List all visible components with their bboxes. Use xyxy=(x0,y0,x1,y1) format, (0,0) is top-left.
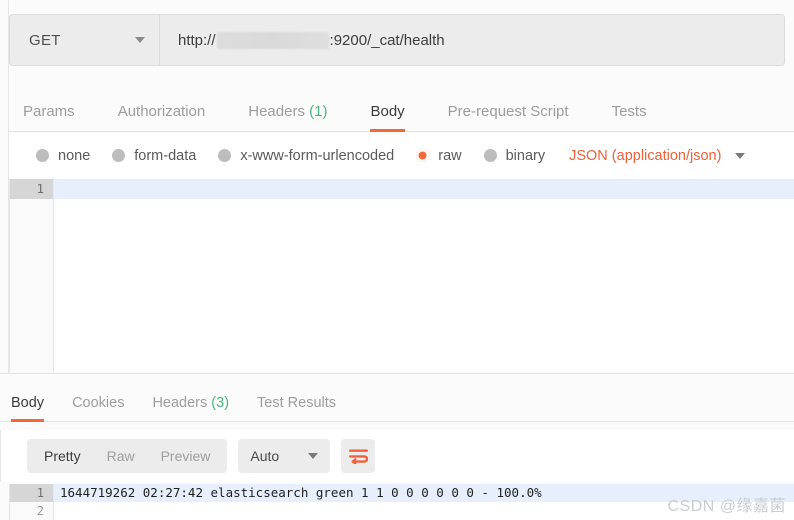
tab-body[interactable]: Body xyxy=(370,103,405,132)
body-type-urlencoded-label: x-www-form-urlencoded xyxy=(240,147,395,164)
response-tab-cookies-label: Cookies xyxy=(72,395,125,411)
request-body-editor[interactable]: 1 xyxy=(9,178,794,372)
editor-code-area[interactable] xyxy=(54,178,794,372)
body-type-form-data[interactable]: form-data xyxy=(112,148,196,164)
response-format-selector[interactable]: Auto xyxy=(238,439,331,473)
http-method-label: GET xyxy=(29,31,61,49)
response-tab-headers-count: (3) xyxy=(211,395,230,411)
radio-icon-none xyxy=(36,149,49,162)
radio-icon-urlencoded xyxy=(218,149,232,162)
response-line-number: 2 xyxy=(36,504,44,518)
response-body-viewer[interactable]: 1 2 1644719262 02:27:42 elasticsearch gr… xyxy=(9,484,794,520)
tab-params-label: Params xyxy=(23,103,75,120)
view-mode-preview[interactable]: Preview xyxy=(148,439,224,473)
request-url-row: GET http:// :9200/_cat/health xyxy=(9,14,785,66)
radio-icon-raw xyxy=(416,149,430,162)
response-tab-test-results-label: Test Results xyxy=(257,395,337,411)
response-tab-headers-label: Headers xyxy=(152,395,208,411)
body-type-radio-group: none form-data x-www-form-urlencoded raw… xyxy=(9,133,794,178)
radio-icon-binary xyxy=(483,149,497,162)
response-line-number: 1 xyxy=(10,484,53,502)
tab-authorization[interactable]: Authorization xyxy=(118,103,206,131)
tab-tests[interactable]: Tests xyxy=(612,103,647,131)
response-code-area[interactable]: 1644719262 02:27:42 elasticsearch green … xyxy=(54,484,794,520)
tab-pre-request-script[interactable]: Pre-request Script xyxy=(448,103,569,131)
response-toolbar: Pretty Raw Preview Auto xyxy=(0,430,794,482)
tab-body-label: Body xyxy=(370,103,405,120)
url-suffix: :9200/_cat/health xyxy=(329,31,445,49)
tab-headers-label: Headers xyxy=(248,103,305,120)
editor-line-number-gutter: 1 xyxy=(10,178,54,372)
body-type-raw[interactable]: raw xyxy=(416,147,462,164)
request-url-text: http:// :9200/_cat/health xyxy=(178,31,445,49)
response-line xyxy=(54,502,794,520)
body-type-none-label: none xyxy=(58,147,91,164)
response-tab-body[interactable]: Body xyxy=(11,395,45,422)
response-line: 1644719262 02:27:42 elasticsearch green … xyxy=(54,484,794,502)
tab-pre-request-script-label: Pre-request Script xyxy=(447,103,569,120)
url-prefix: http:// xyxy=(178,31,216,49)
body-type-form-data-label: form-data xyxy=(134,147,197,164)
tab-headers[interactable]: Headers (1) xyxy=(248,103,327,131)
chevron-down-icon xyxy=(135,37,145,43)
body-type-none[interactable]: none xyxy=(36,148,90,164)
response-tab-test-results[interactable]: Test Results xyxy=(257,395,336,421)
editor-line-number: 1 xyxy=(10,179,53,199)
tab-headers-count: (1) xyxy=(309,103,328,120)
request-tab-bar: Params Authorization Headers (1) Body Pr… xyxy=(9,86,794,132)
body-type-urlencoded[interactable]: x-www-form-urlencoded xyxy=(218,148,394,164)
response-line-number-gutter: 1 2 xyxy=(10,484,54,520)
radio-icon-form-data xyxy=(112,149,126,162)
body-type-raw-label: raw xyxy=(438,147,462,164)
tab-authorization-label: Authorization xyxy=(117,103,206,120)
response-format-label: Auto xyxy=(250,448,280,464)
response-tab-headers[interactable]: Headers (3) xyxy=(152,395,229,421)
response-tab-body-label: Body xyxy=(11,395,45,411)
view-mode-raw[interactable]: Raw xyxy=(94,439,148,473)
content-type-label: JSON (application/json) xyxy=(569,147,722,164)
chevron-down-icon xyxy=(308,453,319,459)
http-method-selector[interactable]: GET xyxy=(10,15,160,65)
url-redacted-host xyxy=(216,31,329,49)
editor-line[interactable] xyxy=(54,179,794,199)
response-tab-cookies[interactable]: Cookies xyxy=(72,395,124,421)
response-tab-bar: Body Cookies Headers (3) Test Results xyxy=(0,380,794,422)
response-view-mode-group: Pretty Raw Preview xyxy=(27,439,228,473)
view-mode-pretty[interactable]: Pretty xyxy=(31,439,94,473)
wrap-text-icon xyxy=(348,449,368,464)
content-type-selector[interactable]: JSON (application/json) xyxy=(569,147,746,164)
chevron-down-icon xyxy=(735,152,746,159)
tab-tests-label: Tests xyxy=(611,103,647,120)
request-url-input[interactable]: http:// :9200/_cat/health xyxy=(160,15,784,65)
tab-params[interactable]: Params xyxy=(23,103,75,131)
wrap-text-button[interactable] xyxy=(341,439,376,473)
body-type-binary[interactable]: binary xyxy=(483,147,546,164)
response-section-divider xyxy=(0,373,794,374)
body-type-binary-label: binary xyxy=(505,147,546,164)
postman-window: GET http:// :9200/_cat/health Params Auth… xyxy=(0,0,794,520)
